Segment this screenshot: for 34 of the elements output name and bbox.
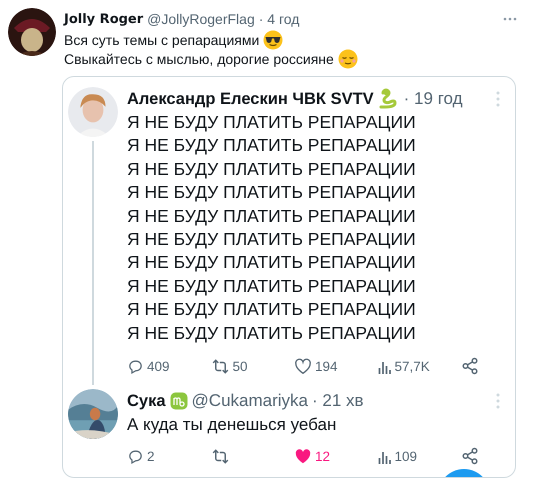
like-count: 194	[315, 358, 338, 374]
post-text: Я НЕ БУДУ ПЛАТИТЬ РЕПАРАЦИИ	[127, 251, 417, 274]
reply-count: 2	[147, 448, 155, 464]
author-handle[interactable]: @JollyRogerFlag	[147, 11, 255, 27]
view-count: 57,7K	[394, 358, 430, 374]
virgo-icon	[170, 392, 188, 410]
post-text: Я НЕ БУДУ ПЛАТИТЬ РЕПАРАЦИИ	[127, 204, 417, 228]
relieved-face-icon	[338, 48, 358, 68]
view-count: 109	[394, 448, 418, 464]
post-text: Вся суть темы с репарациями	[64, 32, 260, 48]
reply-count: 409	[147, 358, 170, 374]
reply-icon[interactable]	[127, 358, 144, 375]
author-name[interactable]: Jolly Roger	[64, 12, 144, 26]
post-text: Я НЕ БУДУ ПЛАТИТЬ РЕПАРАЦИИ	[127, 158, 417, 181]
post-text: Я НЕ БУДУ ПЛАТИТЬ РЕПАРАЦИИ	[127, 298, 417, 322]
post-time[interactable]: · 19 год	[404, 89, 463, 109]
like-count: 12	[315, 448, 330, 464]
reply-text: А куда ты денешься уебан	[127, 414, 338, 436]
author-name[interactable]: Сука	[127, 392, 166, 411]
author-handle[interactable]: @Cukamariyka	[192, 391, 308, 412]
post-text: Я НЕ БУДУ ПЛАТИТЬ РЕПАРАЦИИ	[127, 181, 417, 204]
post-text: Я НЕ БУДУ ПЛАТИТЬ РЕПАРАЦИИ	[127, 134, 417, 158]
post-text: Свыкайтесь с мыслью, дорогие россияне	[64, 50, 334, 66]
post-text: Я НЕ БУДУ ПЛАТИТЬ РЕПАРАЦИИ	[127, 228, 417, 252]
post-text: Я НЕ БУДУ ПЛАТИТЬ РЕПАРАЦИИ	[127, 322, 417, 345]
reply-icon[interactable]	[127, 448, 144, 465]
post-time[interactable]: · 4 год	[258, 11, 300, 27]
post-text: Я НЕ БУДУ ПЛАТИТЬ РЕПАРАЦИИ	[127, 111, 417, 134]
post-time[interactable]: · 21 хв	[312, 391, 364, 412]
repost-count: 50	[232, 358, 248, 374]
post-text: Я НЕ БУДУ ПЛАТИТЬ РЕПАРАЦИИ	[127, 274, 417, 298]
sunglasses-face-icon	[263, 30, 284, 50]
quote-card[interactable]	[62, 76, 516, 478]
author-name[interactable]: Александр Елескин ЧВК SVTV	[127, 90, 374, 108]
